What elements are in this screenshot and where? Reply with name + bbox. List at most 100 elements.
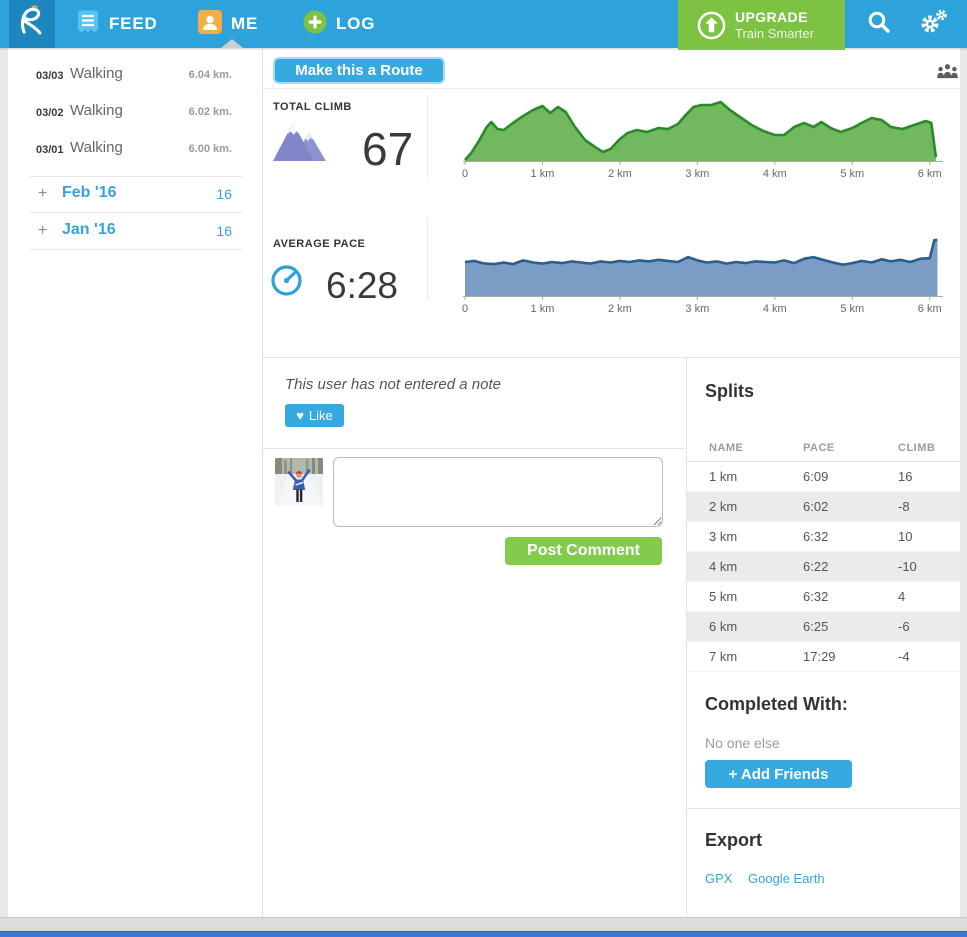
table-cell: 5 km	[709, 589, 738, 604]
activity-distance: 6.04 km.	[188, 69, 232, 81]
divider	[427, 218, 428, 300]
table-cell: 2 km	[709, 499, 738, 514]
table-cell: 6 km	[709, 619, 738, 634]
table-cell: 6:22	[803, 559, 829, 574]
export-gpx-link[interactable]: GPX	[705, 871, 732, 886]
x-axis-tick-label: 6 km	[918, 168, 942, 180]
month-label: Feb '16	[62, 184, 117, 201]
group-friends-icon[interactable]	[936, 62, 959, 84]
average-pace-value: 6:28	[326, 265, 399, 306]
table-cell: 6:32	[803, 529, 829, 544]
x-axis-tick-label: 5 km	[840, 168, 864, 180]
table-row: 7 km 17:29 -4	[687, 642, 960, 672]
log-plus-icon	[303, 10, 327, 39]
brand-logo[interactable]	[9, 0, 55, 48]
month-label: Jan '16	[62, 221, 116, 238]
table-cell: 1 km	[709, 469, 738, 484]
search-icon	[866, 9, 892, 40]
app-window: FEED ME LOG UPGRADE Train Smarter 03/03 …	[0, 0, 967, 937]
table-cell: 6:25	[803, 619, 829, 634]
total-climb-label: TOTAL CLIMB	[273, 101, 352, 113]
x-axis-tick-label: 1 km	[531, 168, 555, 180]
avatar[interactable]	[275, 458, 323, 506]
x-axis-tick-label: 0	[462, 168, 468, 180]
table-cell: 16	[898, 469, 913, 484]
completed-with-empty: No one else	[705, 735, 780, 751]
search-button[interactable]	[866, 0, 892, 48]
splits-table-body: 1 km 6:09 16 2 km 6:02 -8 3 km 6:32 10 4 km 6:22 -1…	[687, 462, 960, 672]
activity-row[interactable]: 03/01 Walking 6.00 km.	[8, 134, 262, 171]
activity-date: 03/02	[36, 107, 64, 119]
x-axis-tick-label: 1 km	[531, 303, 555, 315]
splits-title: Splits	[705, 381, 755, 401]
average-pace-label: AVERAGE PACE	[273, 238, 366, 250]
nav-label-log: LOG	[336, 14, 376, 33]
upgrade-button[interactable]: UPGRADE Train Smarter	[678, 0, 845, 50]
column-header-name: NAME	[709, 442, 744, 454]
table-cell: 3 km	[709, 529, 738, 544]
table-cell: -4	[898, 649, 910, 664]
export-google-earth-link[interactable]: Google Earth	[748, 871, 825, 886]
add-friends-button[interactable]: + Add Friends	[705, 760, 852, 788]
x-axis-tick-label: 0	[462, 303, 468, 315]
feed-list-icon	[76, 9, 100, 40]
x-axis-tick-label: 3 km	[685, 303, 709, 315]
table-cell: 4	[898, 589, 906, 604]
month-count: 16	[216, 186, 232, 202]
table-cell: 6:32	[803, 589, 829, 604]
make-route-button[interactable]: Make this a Route	[275, 59, 443, 82]
table-cell: 6:09	[803, 469, 829, 484]
like-button[interactable]: ♥ Like	[285, 404, 344, 427]
nav-label-me: ME	[231, 14, 259, 33]
activity-type: Walking	[70, 65, 123, 82]
divider	[30, 176, 242, 177]
table-cell: 17:29	[803, 649, 836, 664]
table-cell: -6	[898, 619, 910, 634]
post-comment-button[interactable]: Post Comment	[505, 537, 662, 565]
elevation-profile-area	[465, 102, 936, 161]
up-arrow-icon	[696, 10, 727, 41]
table-cell: 7 km	[709, 649, 738, 664]
table-cell: 4 km	[709, 559, 738, 574]
activity-date: 03/01	[36, 144, 64, 156]
x-axis-tick-label: 2 km	[608, 303, 632, 315]
comment-input[interactable]	[333, 457, 663, 527]
sidebar-month-jan[interactable]: + Jan '16 16	[8, 215, 262, 249]
nav-item-feed[interactable]: FEED	[76, 0, 158, 48]
activity-row[interactable]: 03/03 Walking 6.04 km.	[8, 60, 262, 97]
elevation-chart[interactable]: 0 1 km 2 km 3 km 4 km 5 km 6 km	[462, 92, 945, 180]
activity-type: Walking	[70, 102, 123, 119]
bottom-blue-bar	[0, 931, 967, 937]
x-axis-tick-label: 5 km	[840, 303, 864, 315]
table-cell: 6:02	[803, 499, 829, 514]
divider	[30, 212, 242, 213]
divider	[30, 249, 242, 250]
settings-button[interactable]	[917, 0, 949, 48]
completed-with-title: Completed With:	[705, 694, 848, 714]
upgrade-sublabel: Train Smarter	[735, 25, 814, 41]
runkeeper-logo-icon	[14, 2, 50, 47]
heart-icon: ♥	[296, 408, 304, 423]
upgrade-label: UPGRADE	[735, 8, 808, 25]
x-axis-tick-label: 4 km	[763, 303, 787, 315]
column-header-pace: PACE	[803, 442, 835, 454]
active-tab-caret	[221, 39, 243, 48]
nav-label-feed: FEED	[109, 14, 158, 33]
mountain-icon	[271, 120, 327, 167]
activity-distance: 6.00 km.	[188, 143, 232, 155]
pace-chart[interactable]: 0 1 km 2 km 3 km 4 km 5 km 6 km	[462, 228, 945, 315]
table-row: 3 km 6:32 10	[687, 522, 960, 552]
activity-date: 03/03	[36, 70, 64, 82]
expand-plus-icon: +	[38, 185, 48, 202]
sidebar-month-feb[interactable]: + Feb '16 16	[8, 178, 262, 212]
activity-row[interactable]: 03/02 Walking 6.02 km.	[8, 97, 262, 134]
table-row: 1 km 6:09 16	[687, 462, 960, 492]
divider	[687, 808, 960, 809]
splits-table-header: NAME PACE CLIMB	[687, 435, 960, 462]
divider	[263, 88, 960, 89]
nav-item-log[interactable]: LOG	[303, 0, 375, 48]
divider	[263, 448, 686, 449]
bottom-gray-strip	[0, 917, 967, 932]
table-row: 6 km 6:25 -6	[687, 612, 960, 642]
expand-plus-icon: +	[38, 222, 48, 239]
